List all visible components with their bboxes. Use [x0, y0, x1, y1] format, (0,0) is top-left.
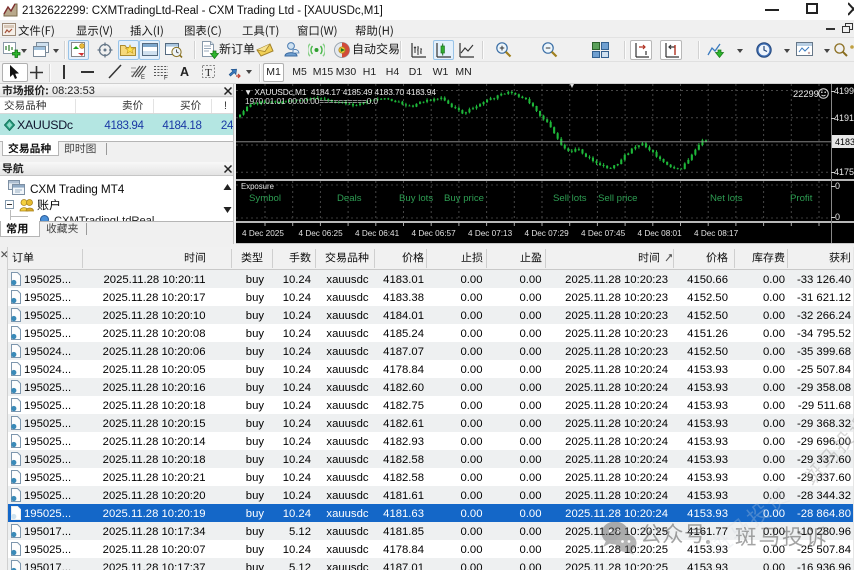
svg-text:E: E [141, 75, 145, 80]
svg-text:F: F [164, 76, 168, 81]
svg-text:−: − [545, 43, 550, 53]
svg-text:T: T [205, 67, 212, 79]
svg-text:+: + [499, 43, 504, 53]
